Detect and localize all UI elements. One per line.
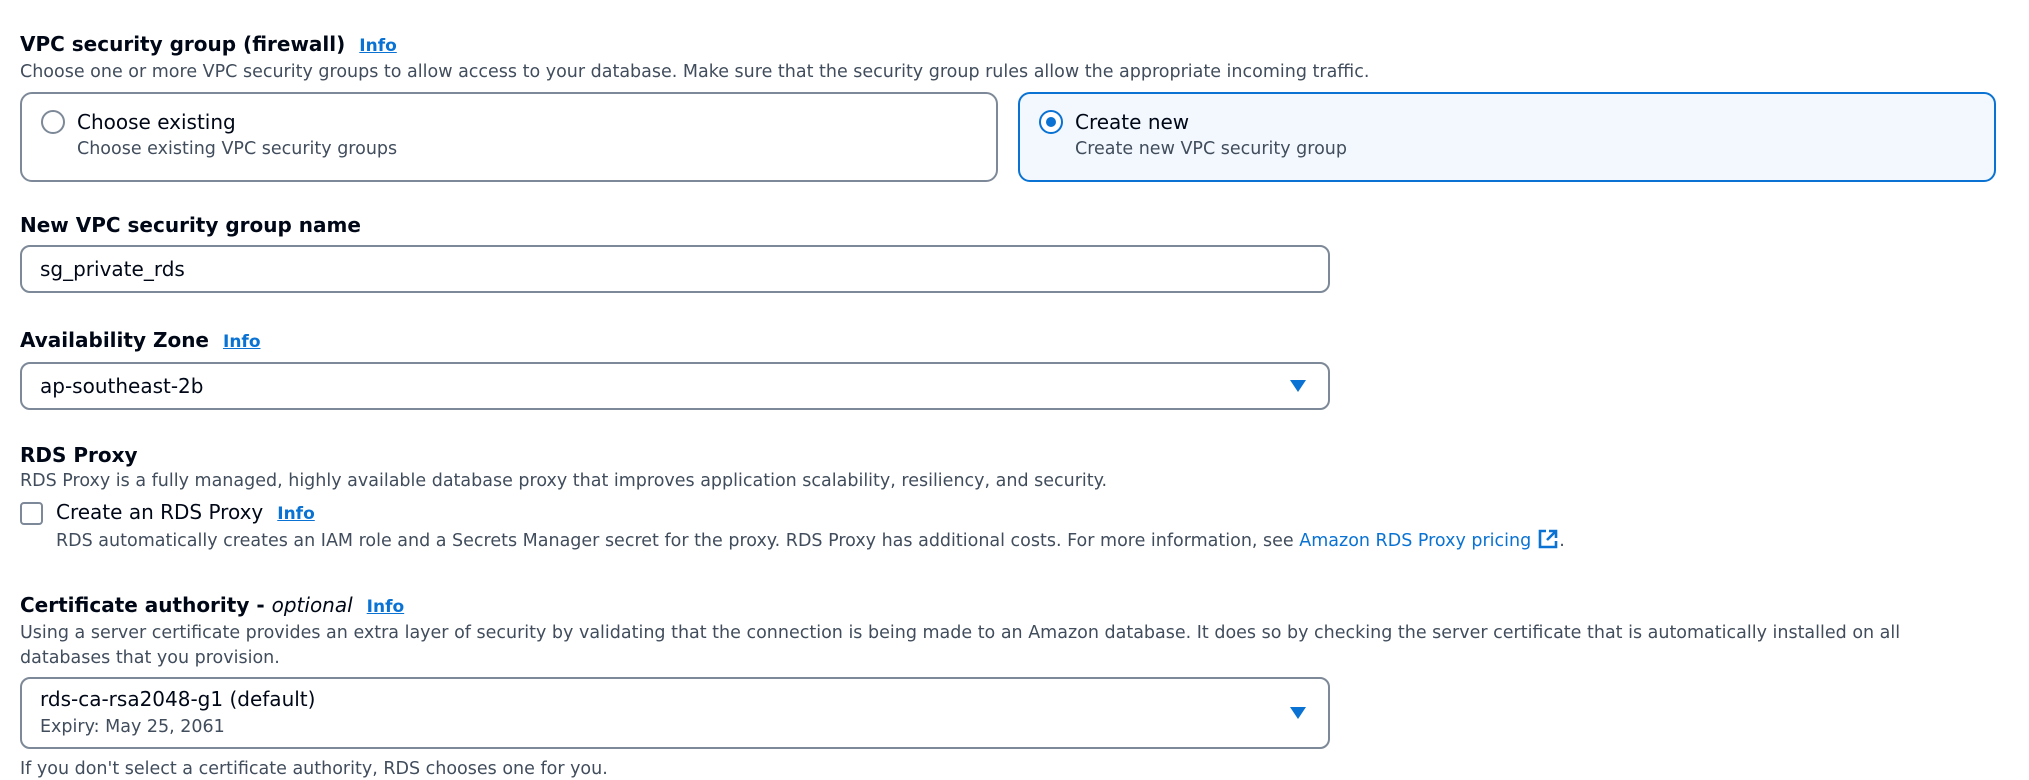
- vpc-security-group-section: VPC security group (firewall) Info Choose…: [20, 32, 2000, 182]
- rds-proxy-title: RDS Proxy: [20, 443, 138, 467]
- caret-down-icon: [1290, 707, 1306, 719]
- certificate-authority-info-link[interactable]: Info: [367, 597, 405, 617]
- rds-proxy-info-link[interactable]: Info: [277, 504, 315, 524]
- certificate-authority-description: Using a server certificate provides an e…: [20, 623, 1901, 668]
- choose-existing-subtitle: Choose existing VPC security groups: [77, 139, 398, 159]
- rds-proxy-section: RDS Proxy RDS Proxy is a fully managed, …: [20, 443, 2000, 559]
- availability-zone-value: ap-southeast-2b: [40, 374, 204, 398]
- vpc-security-group-title: VPC security group (firewall): [20, 32, 346, 56]
- new-sg-name-section: New VPC security group name sg_private_r…: [20, 213, 1330, 293]
- new-sg-name-label: New VPC security group name: [20, 213, 361, 237]
- create-rds-proxy-checkbox[interactable]: [20, 502, 43, 525]
- create-new-radio[interactable]: [1039, 110, 1063, 134]
- certificate-authority-label: Certificate authority - optional Info: [20, 593, 2000, 619]
- availability-zone-label: Availability Zone Info: [20, 328, 1330, 354]
- rds-proxy-pricing-link-text: Amazon RDS Proxy pricing: [1299, 531, 1532, 551]
- option-choose-existing[interactable]: Choose existing Choose existing VPC secu…: [20, 92, 998, 182]
- certificate-authority-title: Certificate authority -: [20, 593, 272, 617]
- create-rds-proxy-label-row: Create an RDS Proxy Info: [56, 499, 2000, 527]
- create-rds-proxy-label[interactable]: Create an RDS Proxy: [56, 500, 263, 524]
- vpc-security-group-info-link[interactable]: Info: [359, 36, 397, 56]
- caret-down-icon: [1290, 380, 1306, 392]
- availability-zone-section: Availability Zone Info ap-southeast-2b: [20, 328, 1330, 410]
- vpc-security-group-options: Choose existing Choose existing VPC secu…: [20, 92, 2000, 182]
- choose-existing-radio[interactable]: [41, 110, 65, 134]
- rds-proxy-hint-end: .: [1559, 531, 1565, 551]
- availability-zone-title: Availability Zone: [20, 328, 209, 352]
- certificate-authority-optional: optional: [271, 593, 353, 617]
- rds-proxy-description: RDS Proxy is a fully managed, highly ava…: [20, 471, 1108, 491]
- availability-zone-select[interactable]: ap-southeast-2b: [20, 362, 1330, 410]
- new-sg-name-value: sg_private_rds: [40, 257, 185, 281]
- certificate-authority-expiry: Expiry: May 25, 2061: [40, 717, 225, 737]
- certificate-authority-value: rds-ca-rsa2048-g1 (default): [40, 687, 316, 711]
- rds-proxy-hint: RDS automatically creates an IAM role an…: [56, 528, 2000, 554]
- option-create-new[interactable]: Create new Create new VPC security group: [1018, 92, 1996, 182]
- external-link-icon: [1538, 529, 1558, 549]
- certificate-authority-footer: If you don't select a certificate author…: [20, 759, 608, 779]
- choose-existing-title: Choose existing: [77, 110, 236, 134]
- create-new-subtitle: Create new VPC security group: [1075, 139, 1348, 159]
- certificate-authority-select[interactable]: rds-ca-rsa2048-g1 (default) Expiry: May …: [20, 677, 1330, 749]
- rds-proxy-checkbox-row: Create an RDS Proxy Info RDS automaticall…: [20, 499, 2000, 559]
- vpc-security-group-description: Choose one or more VPC security groups t…: [20, 62, 1370, 82]
- rds-proxy-pricing-link[interactable]: Amazon RDS Proxy pricing: [1299, 529, 1559, 551]
- rds-proxy-hint-text: RDS automatically creates an IAM role an…: [56, 531, 1300, 551]
- new-sg-name-input[interactable]: sg_private_rds: [20, 245, 1330, 293]
- certificate-authority-section: Certificate authority - optional Info Usi…: [20, 593, 2000, 780]
- create-new-title: Create new: [1075, 110, 1190, 134]
- vpc-security-group-label: VPC security group (firewall) Info: [20, 32, 2000, 58]
- availability-zone-info-link[interactable]: Info: [223, 332, 261, 352]
